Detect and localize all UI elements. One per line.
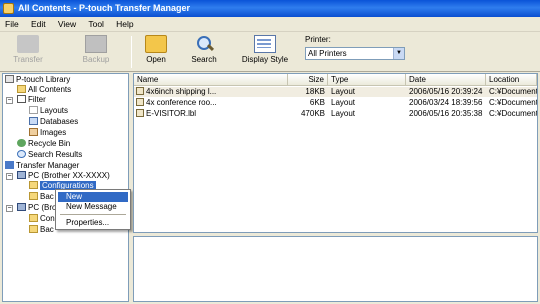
tree-item-images[interactable]: Images bbox=[29, 128, 66, 138]
tree-item-filter[interactable]: Filter bbox=[17, 95, 46, 105]
printer-select-value: All Printers bbox=[308, 49, 347, 58]
backup-folder-icon bbox=[29, 225, 38, 233]
context-menu: New New Message Properties... bbox=[55, 189, 131, 230]
database-icon bbox=[29, 117, 38, 125]
backup-icon bbox=[85, 35, 107, 53]
menu-help[interactable]: Help bbox=[111, 17, 138, 32]
table-row[interactable]: 4x6inch shipping l... 18KB Layout 2006/0… bbox=[134, 87, 537, 97]
printer-select[interactable]: All Printers ▼ bbox=[305, 47, 405, 60]
folder-icon bbox=[17, 85, 26, 93]
cell-name: E-VISITOR.lbl bbox=[136, 109, 286, 119]
collapse-pc2-toggle[interactable]: − bbox=[6, 205, 13, 212]
collapse-filter-toggle[interactable]: − bbox=[6, 97, 13, 104]
filter-icon bbox=[17, 95, 26, 103]
open-folder-icon bbox=[145, 35, 167, 53]
library-tree[interactable]: P-touch Library All Contents − Filter La… bbox=[2, 73, 129, 302]
search-button[interactable]: Search bbox=[188, 34, 220, 70]
transfer-icon bbox=[17, 35, 39, 53]
cell-date: 2006/03/24 18:39:56 bbox=[409, 98, 483, 107]
backup-button[interactable]: Backup bbox=[76, 34, 116, 70]
open-label: Open bbox=[146, 55, 166, 64]
display-style-icon bbox=[254, 35, 276, 53]
transfer-button[interactable]: Transfer bbox=[8, 34, 48, 70]
app-window: All Contents - P-touch Transfer Manager … bbox=[0, 0, 540, 304]
layout-file-icon bbox=[136, 87, 144, 95]
tree-item-pc1[interactable]: PC (Brother XX-XXXX) bbox=[17, 171, 110, 181]
toolbar-separator bbox=[131, 36, 132, 68]
app-icon bbox=[3, 3, 14, 14]
backup-label: Backup bbox=[82, 55, 110, 64]
tree-item-pc2[interactable]: PC (Bro bbox=[17, 203, 56, 213]
cell-size: 18KB bbox=[305, 87, 325, 96]
collapse-pc1-toggle[interactable]: − bbox=[6, 173, 13, 180]
backup-folder-icon bbox=[29, 192, 38, 200]
printer-label: Printer: bbox=[305, 35, 331, 44]
column-header-location[interactable]: Location bbox=[486, 74, 537, 86]
layout-file-icon bbox=[136, 98, 144, 106]
tree-item-library[interactable]: P-touch Library bbox=[5, 75, 70, 85]
window-title: All Contents - P-touch Transfer Manager bbox=[18, 3, 191, 13]
menu-edit[interactable]: Edit bbox=[26, 17, 51, 32]
toolbar: Transfer Backup Open Search Display Styl… bbox=[0, 32, 540, 72]
context-menu-separator bbox=[60, 214, 126, 215]
cell-type: Layout bbox=[331, 87, 356, 96]
transfer-label: Transfer bbox=[13, 55, 43, 64]
context-menu-new-message[interactable]: New Message bbox=[58, 202, 128, 212]
library-icon bbox=[5, 75, 14, 83]
cell-date: 2006/05/16 20:35:38 bbox=[409, 109, 483, 118]
pc-icon bbox=[17, 203, 26, 211]
configuration-icon bbox=[29, 214, 38, 222]
preview-pane bbox=[133, 236, 538, 302]
menu-file[interactable]: File bbox=[0, 17, 24, 32]
tree-item-backup1[interactable]: Bac bbox=[29, 192, 54, 202]
layout-icon bbox=[29, 106, 38, 114]
table-row[interactable]: 4x conference roo... 6KB Layout 2006/03/… bbox=[134, 98, 537, 108]
tree-item-recycle-bin[interactable]: Recycle Bin bbox=[17, 139, 70, 149]
file-list[interactable]: Name Size Type Date Location 4x6inch shi… bbox=[133, 73, 538, 233]
tree-item-transfer-manager[interactable]: Transfer Manager bbox=[5, 161, 79, 171]
cell-type: Layout bbox=[331, 98, 356, 107]
menu-bar: File Edit View Tool Help bbox=[0, 17, 540, 32]
context-menu-new[interactable]: New bbox=[58, 192, 128, 202]
layout-file-icon bbox=[136, 109, 144, 117]
tree-item-all-contents[interactable]: All Contents bbox=[17, 85, 71, 95]
recycle-bin-icon bbox=[17, 139, 26, 147]
cell-name: 4x conference roo... bbox=[136, 98, 286, 108]
tree-item-configurations2[interactable]: Con bbox=[29, 214, 55, 224]
title-bar: All Contents - P-touch Transfer Manager bbox=[0, 0, 540, 17]
tree-item-search-results[interactable]: Search Results bbox=[17, 150, 82, 160]
menu-view[interactable]: View bbox=[53, 17, 81, 32]
cell-date: 2006/05/16 20:39:24 bbox=[409, 87, 483, 96]
open-button[interactable]: Open bbox=[140, 34, 172, 70]
cell-location: C:¥Documents and ... bbox=[489, 109, 537, 118]
search-label: Search bbox=[191, 55, 217, 64]
table-row[interactable]: E-VISITOR.lbl 470KB Layout 2006/05/16 20… bbox=[134, 109, 537, 119]
column-header-date[interactable]: Date bbox=[406, 74, 486, 86]
configuration-icon bbox=[29, 181, 38, 189]
image-icon bbox=[29, 128, 38, 136]
chevron-down-icon[interactable]: ▼ bbox=[393, 48, 404, 59]
cell-size: 6KB bbox=[309, 98, 325, 107]
transfer-manager-icon bbox=[5, 161, 14, 169]
search-icon bbox=[193, 35, 215, 53]
tree-item-databases[interactable]: Databases bbox=[29, 117, 78, 127]
column-header-type[interactable]: Type bbox=[328, 74, 406, 86]
cell-name: 4x6inch shipping l... bbox=[136, 87, 286, 97]
context-menu-properties[interactable]: Properties... bbox=[58, 218, 128, 228]
cell-location: C:¥Documents and ... bbox=[489, 98, 537, 107]
cell-size: 470KB bbox=[300, 109, 325, 118]
cell-type: Layout bbox=[331, 109, 356, 118]
cell-location: C:¥Documents and ... bbox=[489, 87, 537, 96]
display-style-label: Display Style bbox=[241, 55, 289, 64]
menu-tool[interactable]: Tool bbox=[83, 17, 109, 32]
column-header-name[interactable]: Name bbox=[134, 74, 288, 86]
column-header-size[interactable]: Size bbox=[288, 74, 328, 86]
pc-icon bbox=[17, 171, 26, 179]
display-style-button[interactable]: Display Style bbox=[238, 34, 292, 70]
tree-item-layouts[interactable]: Layouts bbox=[29, 106, 68, 116]
tree-item-backup2[interactable]: Bac bbox=[29, 225, 54, 235]
search-results-icon bbox=[17, 150, 26, 158]
